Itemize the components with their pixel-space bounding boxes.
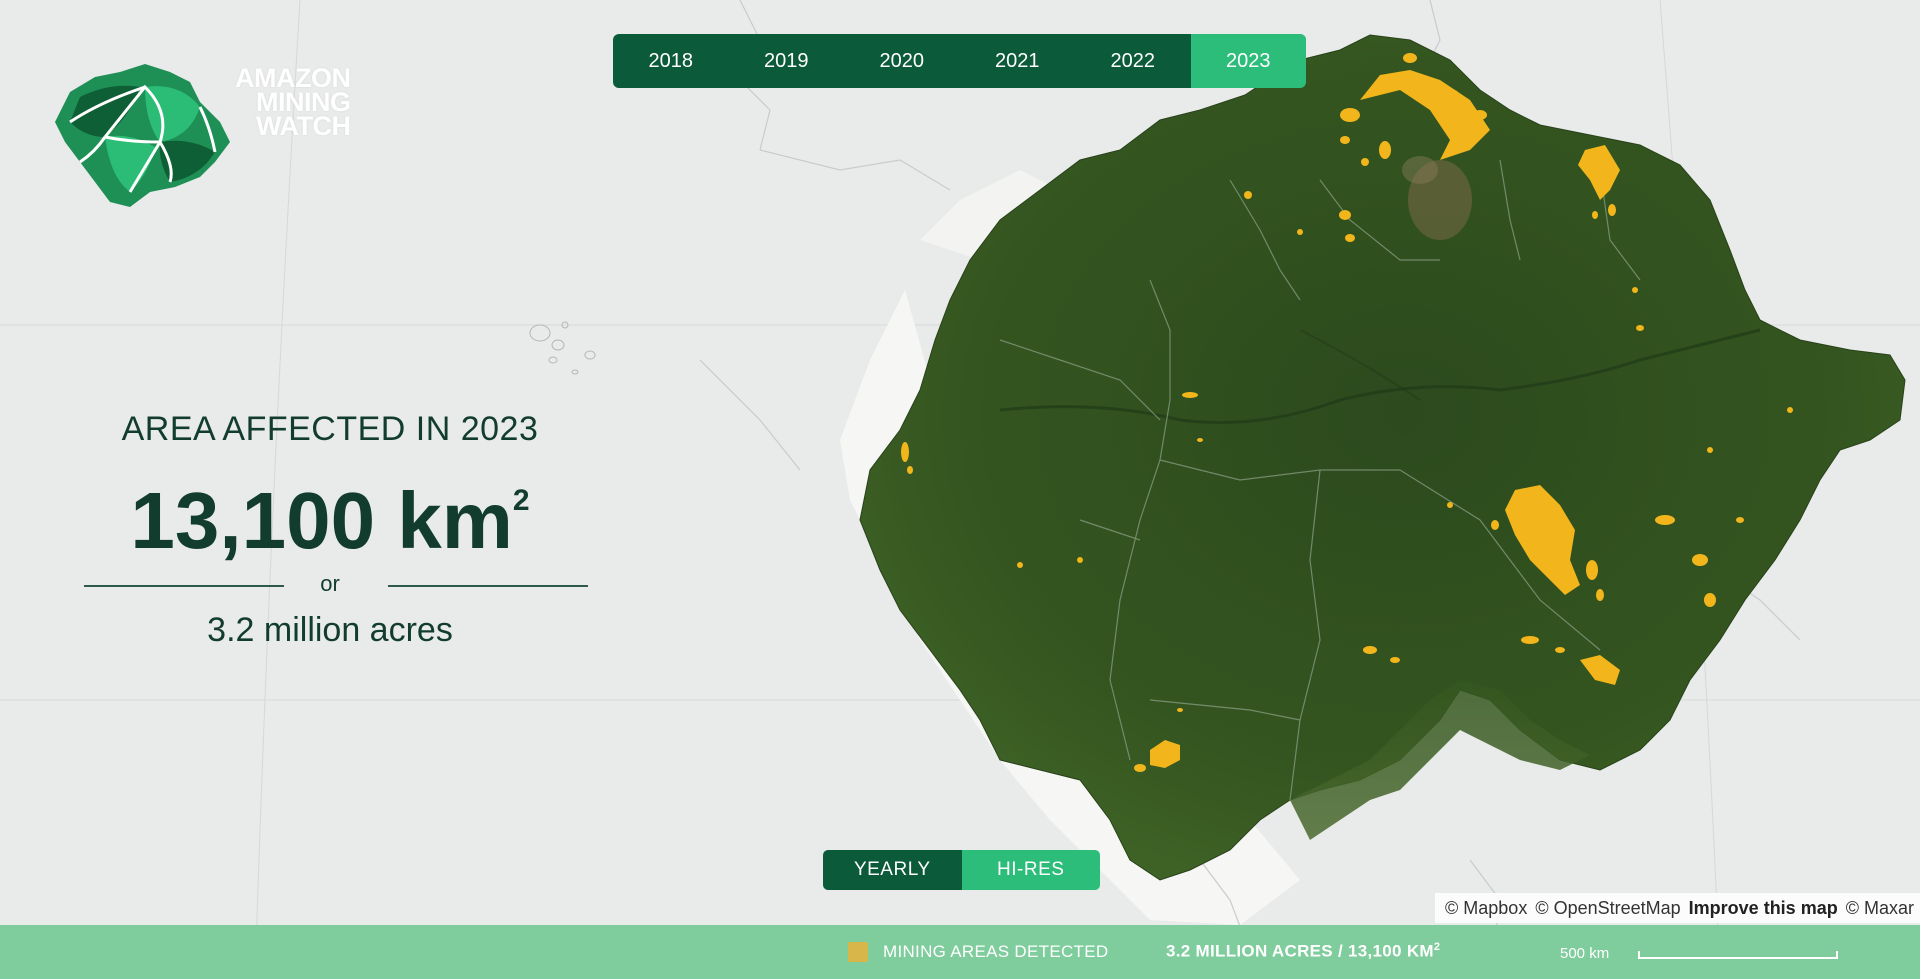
- or-divider: or: [80, 567, 588, 607]
- logo-wordmark: AMAZON MINING WATCH: [235, 65, 351, 141]
- or-text: or: [320, 571, 340, 596]
- amazon-leaf-logo-icon: [55, 64, 230, 207]
- scale-label: 500 km: [1560, 945, 1610, 962]
- map-attribution: © Mapbox © OpenStreetMap Improve this ma…: [1435, 893, 1920, 923]
- area-affected-panel: AREA AFFECTED IN 2023 13,100 km2 or 3.2 …: [80, 410, 588, 650]
- year-tab-2021[interactable]: 2021: [960, 34, 1076, 88]
- legend-total-text: 3.2 MILLION ACRES / 13,100 KM: [1166, 941, 1434, 961]
- mining-legend-label: MINING AREAS DETECTED: [883, 942, 1109, 961]
- mapbox-attribution-link[interactable]: © Mapbox: [1445, 898, 1527, 919]
- maxar-attribution-link[interactable]: © Maxar: [1846, 898, 1914, 919]
- year-selector: 2018 2019 2020 2021 2022 2023: [613, 34, 1306, 88]
- view-mode-toggle: YEARLY HI-RES: [823, 850, 1100, 890]
- map-viewport[interactable]: AMAZON MINING WATCH 2018 2019 2020 2021 …: [0, 0, 1920, 979]
- year-tab-2022[interactable]: 2022: [1075, 34, 1191, 88]
- year-tab-2023[interactable]: 2023: [1190, 34, 1306, 88]
- galapagos-islands: [529, 321, 596, 375]
- scale-bar: [1638, 951, 1838, 959]
- area-value-text: 13,100 km: [130, 476, 513, 565]
- area-affected-acres: 3.2 million acres: [207, 611, 453, 649]
- improve-map-link[interactable]: Improve this map: [1689, 898, 1838, 919]
- year-tab-2019[interactable]: 2019: [729, 34, 845, 88]
- mining-legend-swatch: [848, 942, 868, 962]
- amazon-mining-watch-logo[interactable]: AMAZON MINING WATCH: [50, 32, 351, 212]
- year-tab-2018[interactable]: 2018: [613, 34, 729, 88]
- area-affected-heading: AREA AFFECTED IN 2023: [121, 410, 539, 448]
- yearly-mode-button[interactable]: YEARLY: [823, 850, 962, 890]
- logo-line-watch: WATCH: [256, 111, 351, 141]
- legend-total-superscript: 2: [1433, 941, 1441, 953]
- legend-total: 3.2 MILLION ACRES / 13,100 KM2: [1166, 941, 1440, 962]
- area-value-superscript: 2: [512, 484, 530, 517]
- year-tab-2020[interactable]: 2020: [844, 34, 960, 88]
- divider-line-right: [388, 585, 588, 587]
- legend-bar: MINING AREAS DETECTED 3.2 MILLION ACRES …: [0, 925, 1920, 979]
- area-affected-value: 13,100 km2: [80, 455, 580, 567]
- osm-attribution-link[interactable]: © OpenStreetMap: [1535, 898, 1680, 919]
- hires-mode-button[interactable]: HI-RES: [961, 850, 1100, 890]
